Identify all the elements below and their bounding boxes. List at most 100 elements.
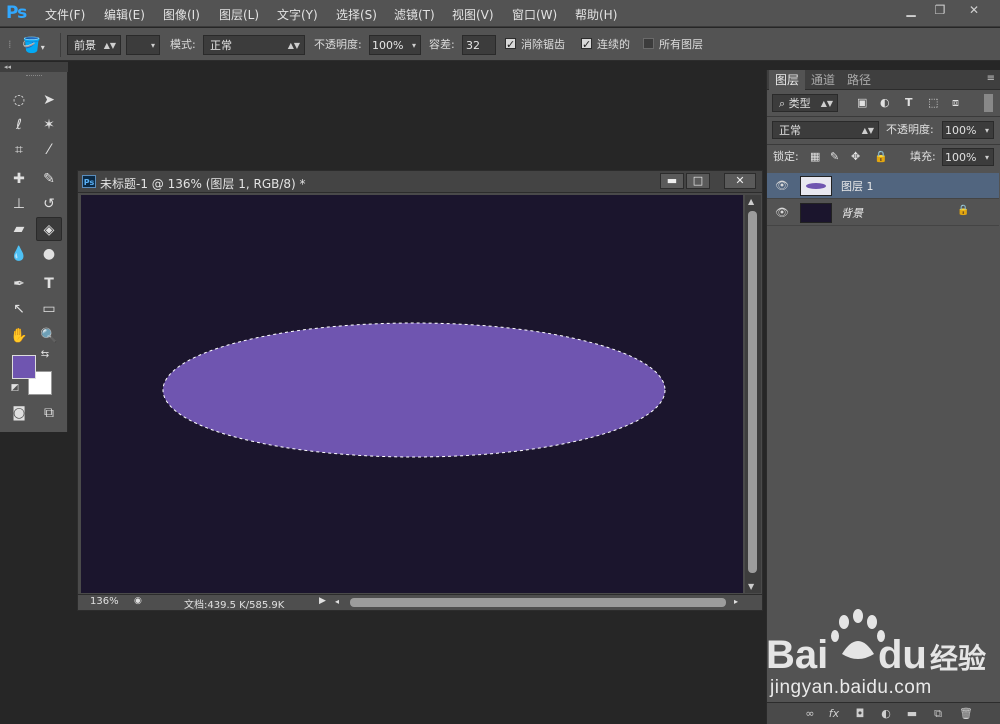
rectangle-tool-icon[interactable]: ▭ [36,297,62,321]
menu-edit[interactable]: 编辑(E) [104,6,145,23]
foreground-color-swatch[interactable] [12,355,36,379]
minimize-icon[interactable]: ▁ [899,2,923,19]
swap-colors-icon[interactable]: ⇆ [38,348,52,362]
link-layers-icon[interactable]: ∞ [801,706,819,722]
collapse-icon[interactable]: ◂◂ [0,62,68,72]
new-layer-icon[interactable]: ⧉ [929,706,947,722]
layer-name[interactable]: 背景 [841,205,863,221]
vertical-scroll-thumb[interactable] [748,211,757,573]
filter-smart-object-icon[interactable]: ⧈ [952,94,959,112]
tab-layers[interactable]: 图层 [769,70,806,90]
status-info-icon[interactable]: ◉ [134,596,142,606]
eyedropper-icon[interactable]: ⁄ [36,138,62,162]
antialias-checkbox[interactable]: 消除锯齿 [505,35,565,55]
mode-select[interactable]: 正常 ▲▼ [203,35,305,55]
filter-adjustment-icon[interactable]: ◐ [880,94,890,112]
tab-channels[interactable]: 通道 [805,70,841,90]
menu-filter[interactable]: 滤镜(T) [394,6,435,23]
lock-image-icon[interactable]: ✎ [830,148,839,166]
new-group-icon[interactable]: ▬ [903,706,921,722]
lock-transparent-icon[interactable]: ▦ [810,148,820,166]
layer-style-fx-icon[interactable]: fx [825,706,843,722]
history-brush-icon[interactable]: ↺ [36,192,62,216]
filter-toggle[interactable] [984,94,993,112]
move-tool-icon[interactable]: ➤ [36,88,62,112]
layer-filter-select[interactable]: ⌕ 类型 ▲▼ [772,94,838,112]
menu-help[interactable]: 帮助(H) [575,6,617,23]
visibility-eye-icon[interactable]: 👁 [775,206,789,219]
delete-layer-icon[interactable]: 🗑 [957,706,975,722]
zoom-tool-icon[interactable]: 🔍 [36,324,62,348]
healing-brush-icon[interactable]: ✚ [6,167,32,191]
scroll-left-icon[interactable]: ◂ [335,597,339,606]
layer-opacity-input[interactable]: 100% ▾ [942,121,994,139]
path-selection-icon[interactable]: ↖ [6,297,32,321]
menu-layer[interactable]: 图层(L) [219,6,259,23]
layer-row-layer1[interactable]: 👁 图层 1 [767,173,999,199]
opacity-input[interactable]: 100% ▾ [369,35,421,55]
blur-icon[interactable]: 💧 [6,242,32,266]
canvas[interactable] [81,195,743,593]
menu-view[interactable]: 视图(V) [452,6,494,23]
fill-input[interactable]: 100% ▾ [942,148,994,166]
dodge-icon[interactable]: ● [36,242,62,266]
doc-minimize-icon[interactable]: ▬ [660,173,684,189]
filter-type-icon[interactable]: T [905,94,913,112]
blend-mode-select[interactable]: 正常 ▲▼ [772,121,879,139]
screen-mode-icon[interactable]: ⧉ [36,401,62,425]
layer-thumbnail [800,176,832,196]
default-colors-icon[interactable]: ◩ [8,381,22,395]
lasso-icon[interactable]: ℓ [6,113,32,137]
all-layers-checkbox[interactable]: 所有图层 [643,35,703,55]
eraser-icon[interactable]: ▰ [6,217,32,241]
horizontal-scroll-thumb[interactable] [350,598,726,607]
contiguous-checkbox[interactable]: 连续的 [581,35,630,55]
tab-paths[interactable]: 路径 [841,70,877,90]
scroll-up-icon[interactable]: ▲ [748,197,754,206]
fill-source-select[interactable]: 前景 ▲▼ [67,35,121,55]
restore-icon[interactable]: ❐ [928,2,952,19]
type-tool-icon[interactable]: T [36,272,62,296]
menu-type[interactable]: 文字(Y) [277,6,318,23]
close-icon[interactable]: ✕ [962,2,986,19]
filter-pixel-icon[interactable]: ▣ [857,94,867,112]
hand-tool-icon[interactable]: ✋ [6,324,32,348]
panel-menu-icon[interactable]: ≡ [987,73,995,84]
add-mask-icon[interactable]: ◘ [851,706,869,722]
canvas-artwork [162,322,666,458]
menu-image[interactable]: 图像(I) [163,6,200,23]
paint-bucket-icon[interactable]: ◈ [36,217,62,241]
vertical-scrollbar[interactable]: ▲ ▼ [745,195,761,593]
quick-mask-icon[interactable]: ◙ [6,401,32,425]
scroll-right-icon[interactable]: ▸ [734,597,738,606]
clone-stamp-icon[interactable]: ⊥ [6,192,32,216]
pen-icon[interactable]: ✒ [6,272,32,296]
divider [767,116,1000,117]
doc-maximize-icon[interactable]: □ [686,173,710,189]
scroll-down-icon[interactable]: ▼ [748,582,754,591]
visibility-eye-icon[interactable]: 👁 [775,179,789,192]
brush-icon[interactable]: ✎ [36,167,62,191]
layer-thumbnail-shape [806,183,826,189]
menu-file[interactable]: 文件(F) [45,6,85,23]
jingyan-text: 经验 [930,642,986,675]
magic-wand-icon[interactable]: ✶ [36,113,62,137]
doc-close-icon[interactable]: ✕ [724,173,756,189]
document-title-bar[interactable]: Ps 未标题-1 @ 136% (图层 1, RGB/8) * ▬ □ ✕ [78,171,762,193]
status-menu-arrow-icon[interactable]: ▶ [319,596,326,606]
layer-name[interactable]: 图层 1 [841,178,874,194]
elliptical-marquee-icon[interactable]: ◌ [6,88,32,112]
lock-position-icon[interactable]: ✥ [851,148,860,166]
paint-bucket-preset-icon[interactable]: 🪣▾ [22,35,56,55]
zoom-level[interactable]: 136% [90,596,119,607]
menu-select[interactable]: 选择(S) [336,6,377,23]
menu-window[interactable]: 窗口(W) [512,6,557,23]
tolerance-input[interactable]: 32 [462,35,496,55]
pattern-picker[interactable]: ▾ [126,35,160,55]
adjustment-layer-icon[interactable]: ◐ [877,706,895,722]
document-window: Ps 未标题-1 @ 136% (图层 1, RGB/8) * ▬ □ ✕ ▲ … [77,170,763,611]
crop-icon[interactable]: ⌗ [6,138,32,162]
filter-shape-icon[interactable]: ⬚ [928,94,938,112]
layer-row-background[interactable]: 👁 背景 🔒 [767,200,999,226]
lock-all-icon[interactable]: 🔒 [874,148,888,166]
